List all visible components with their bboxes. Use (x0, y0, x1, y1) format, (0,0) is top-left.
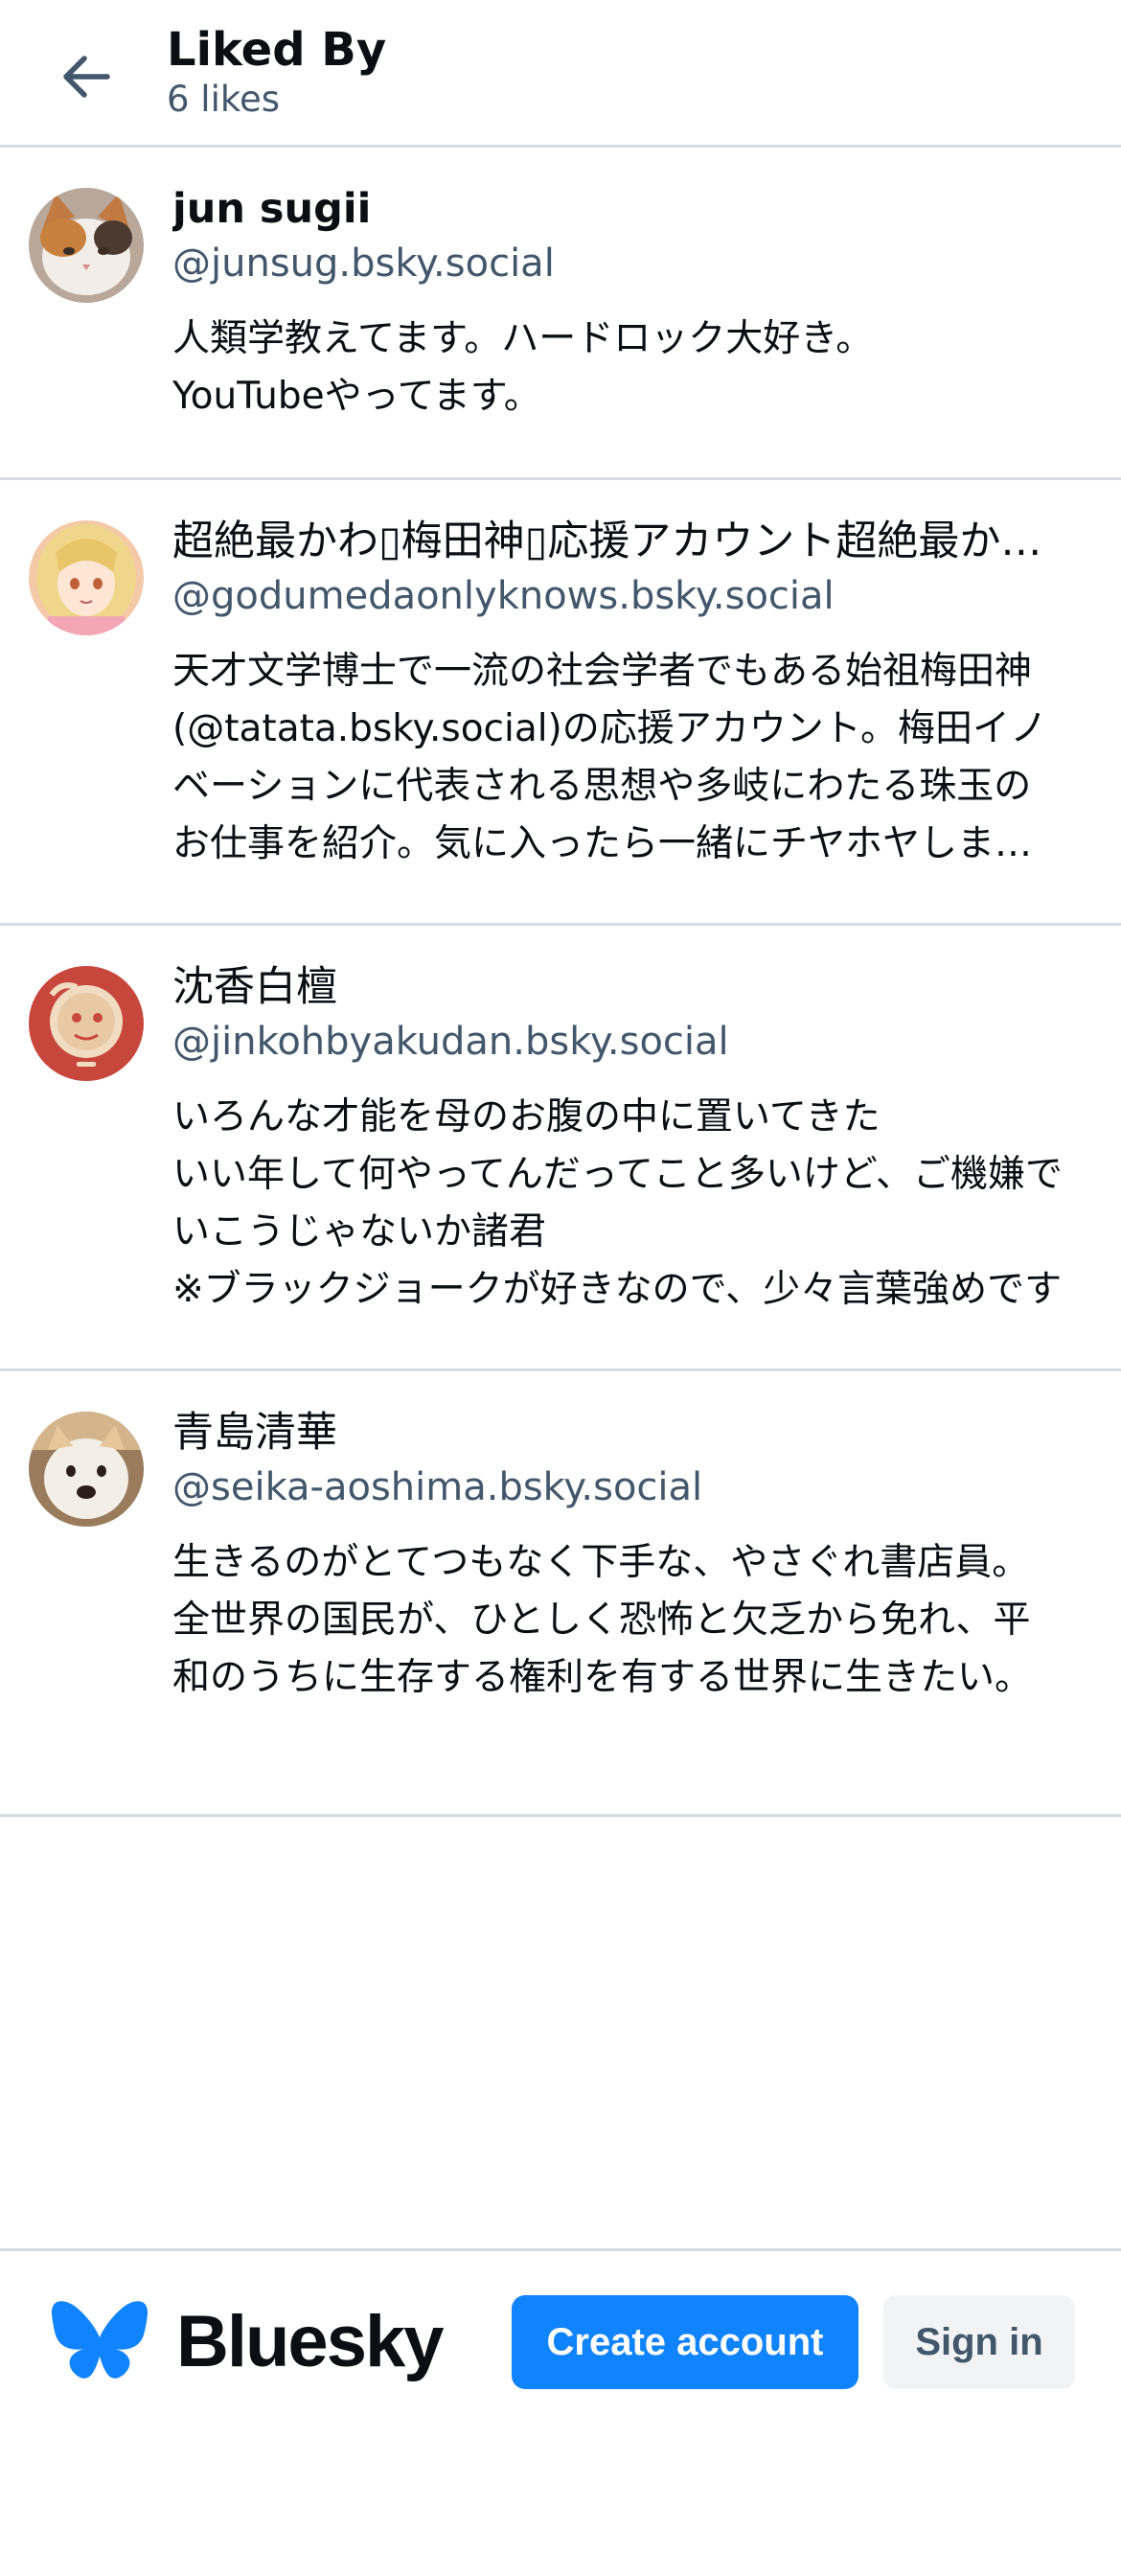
signup-footer: Bluesky Create account Sign in (0, 2248, 1121, 2576)
liker-row[interactable]: 超絶最かわ▯梅田神▯応援アカウント超絶最かわ▯梅田神▯応援アカウント @godu… (0, 480, 1121, 926)
bluesky-logo[interactable]: Bluesky (52, 2299, 444, 2383)
page-title: Liked By (167, 23, 387, 77)
liker-name: jun sugii (172, 185, 372, 233)
avatar[interactable] (29, 188, 144, 303)
anime-girl-avatar-icon (29, 520, 144, 635)
liker-row[interactable]: jun sugii @junsug.bsky.social 人類学教えてます。ハ… (0, 148, 1121, 480)
liker-bio: 天才文学博士で一流の社会学者でもある始祖梅田神(@tatata.bsky.soc… (172, 650, 1047, 865)
brand-name: Bluesky (176, 2300, 444, 2382)
liker-handle: @junsug.bsky.social (172, 242, 555, 286)
avatar[interactable] (29, 520, 144, 635)
create-account-button[interactable]: Create account (512, 2295, 858, 2389)
liker-row[interactable]: 沈香白檀 @jinkohbyakudan.bsky.social いろんな才能を… (0, 926, 1121, 1371)
cat-avatar-icon (29, 188, 144, 303)
liker-handle: @godumedaonlyknows.bsky.social (172, 574, 835, 618)
red-badge-avatar-icon (29, 966, 144, 1081)
liker-bio: 人類学教えてます。ハードロック大好き。 YouTubeやってます。 (172, 317, 874, 418)
back-button[interactable] (52, 42, 121, 111)
liker-bio: いろんな才能を母のお腹の中に置いてきた いい年して何やってんだってこと多いけど、… (172, 1095, 1063, 1311)
liker-name: 沈香白檀 (172, 963, 337, 1011)
arrow-left-icon (63, 56, 110, 98)
page-header: Liked By 6 likes (0, 0, 1121, 148)
liker-name: 青島清華 (172, 1409, 337, 1457)
avatar[interactable] (29, 966, 144, 1081)
butterfly-icon (52, 2301, 148, 2379)
avatar[interactable] (29, 1412, 144, 1527)
liker-bio: 生きるのがとてつもなく下手な、やさぐれ書店員。 全世界の国民が、ひとしく恐怖と欠… (172, 1541, 1033, 1699)
liker-row[interactable]: 青島清華 @seika-aoshima.bsky.social 生きるのがとてつ… (0, 1371, 1121, 1817)
dog-avatar-icon (29, 1412, 144, 1527)
likes-count: 6 likes (167, 79, 281, 120)
liker-name: 超絶最かわ▯梅田神▯応援アカウント超絶最かわ▯梅田神▯応援アカウント (172, 518, 1054, 565)
liker-handle: @seika-aoshima.bsky.social (172, 1465, 703, 1509)
sign-in-button[interactable]: Sign in (883, 2295, 1075, 2389)
liker-handle: @jinkohbyakudan.bsky.social (172, 1020, 729, 1064)
